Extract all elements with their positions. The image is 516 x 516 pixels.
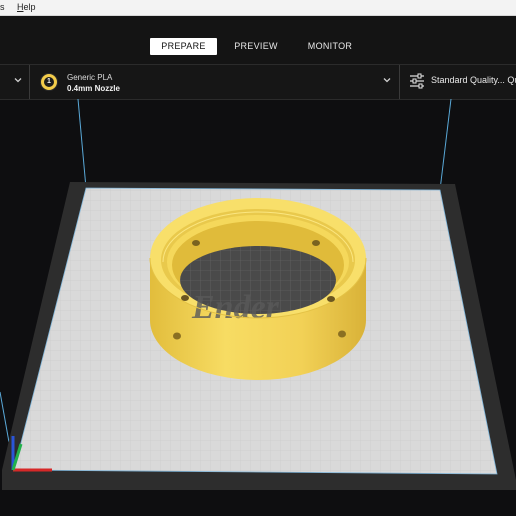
menu-item-partial[interactable]: s xyxy=(0,0,5,15)
menu-bar: s Help xyxy=(0,0,516,16)
tab-preview[interactable]: PREVIEW xyxy=(226,38,286,55)
plate-logo-text: Ender xyxy=(191,289,280,326)
tab-monitor[interactable]: MONITOR xyxy=(300,38,360,55)
tab-prepare[interactable]: PREPARE xyxy=(150,38,217,55)
divider xyxy=(29,65,30,99)
chevron-down-icon[interactable] xyxy=(381,74,393,86)
stage-menu: PREPARE PREVIEW MONITOR xyxy=(0,16,516,64)
material-name[interactable]: Generic PLA xyxy=(67,73,112,82)
sliders-icon[interactable] xyxy=(409,73,425,89)
build-viewport[interactable]: Ender xyxy=(0,99,516,516)
extruder-number: 1 xyxy=(44,77,54,87)
ring-model[interactable]: Ender xyxy=(149,198,367,380)
chevron-down-icon[interactable] xyxy=(12,74,24,86)
divider xyxy=(399,65,400,99)
printer-settings-bar: 1 Generic PLA 0.4mm Nozzle Standard Qual… xyxy=(0,64,516,100)
print-profile[interactable]: Standard Quality... Qu xyxy=(431,75,516,85)
extruder-badge-icon: 1 xyxy=(40,73,58,91)
nozzle-size[interactable]: 0.4mm Nozzle xyxy=(67,84,120,93)
menu-item-help[interactable]: Help xyxy=(17,0,36,15)
